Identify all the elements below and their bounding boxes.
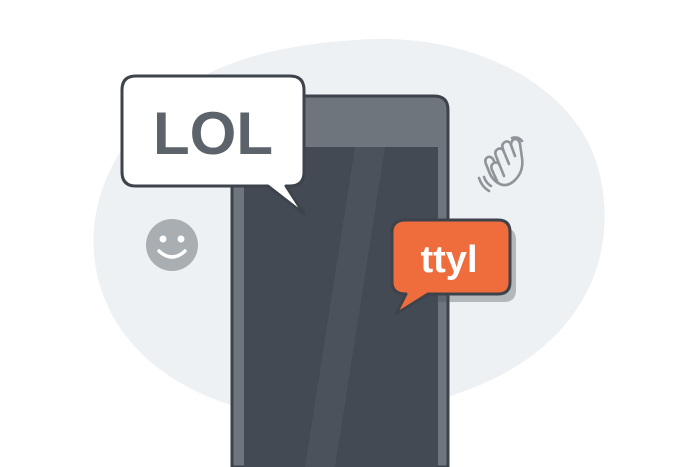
smiley-face-icon (146, 219, 198, 271)
messaging-illustration: LOL ttyl (93, 38, 605, 467)
ttyl-text: ttyl (421, 239, 478, 281)
lol-text: LOL (153, 100, 273, 167)
